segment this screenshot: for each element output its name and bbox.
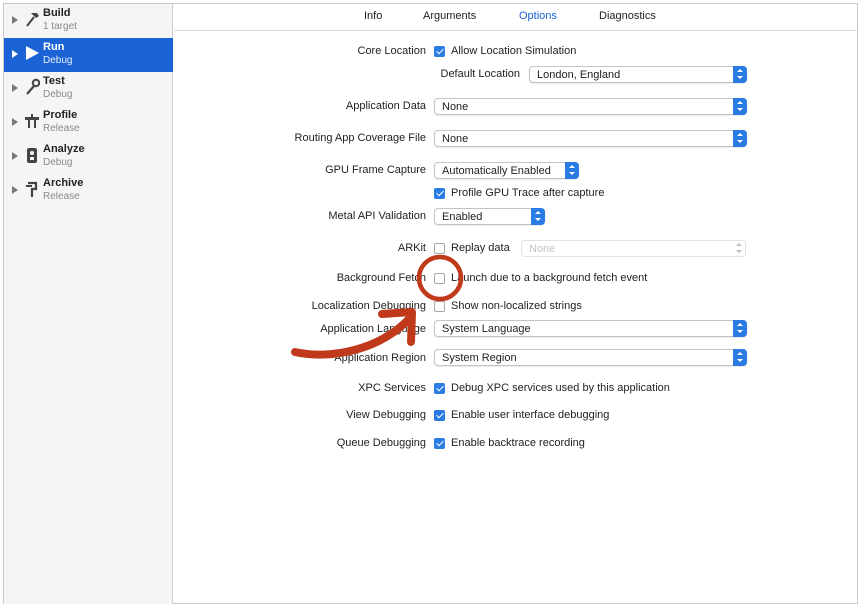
allow-location-simulation-label: Allow Location Simulation [451,45,577,57]
chevron-up-down-icon [531,208,545,225]
analyze-icon [27,148,37,163]
disclosure-triangle-icon[interactable] [12,16,18,24]
tab-diagnostics[interactable]: Diagnostics [599,10,656,22]
sidebar-item-profile[interactable]: Profile Release [4,106,173,140]
disclosure-triangle-icon[interactable] [12,50,18,58]
application-data-popup[interactable]: None [434,98,747,115]
gpu-frame-capture-popup[interactable]: Automatically Enabled [434,162,579,179]
replay-data-checkbox[interactable] [434,243,445,254]
gpu-frame-capture-label: GPU Frame Capture [325,164,426,176]
popup-value: Automatically Enabled [442,165,551,177]
core-location-label: Core Location [357,45,427,57]
enable-backtrace-checkbox[interactable] [434,438,445,449]
chevron-up-down-icon [733,66,747,83]
arkit-replay-popup: None [521,240,746,257]
background-fetch-checkbox-label: Launch due to a background fetch event [451,272,648,284]
enable-backtrace-label: Enable backtrace recording [451,437,585,449]
popup-value: System Language [442,323,531,335]
tab-arguments[interactable]: Arguments [423,10,476,22]
profile-gpu-trace-label: Profile GPU Trace after capture [451,187,605,199]
localization-debugging-label: Localization Debugging [311,300,426,312]
sidebar-item-label: Analyze [43,143,85,155]
popup-value: None [442,101,469,113]
popup-value: System Region [442,352,517,364]
popup-value: London, England [537,69,621,81]
application-language-popup[interactable]: System Language [434,320,747,337]
chevron-up-down-icon [565,162,579,179]
sidebar-item-run[interactable]: Run Debug [4,38,173,72]
enable-ui-debugging-label: Enable user interface debugging [451,409,610,421]
wrench-icon [26,78,40,95]
show-non-localized-label: Show non-localized strings [451,300,582,312]
sidebar-item-sublabel: Debug [43,157,73,168]
default-location-popup[interactable]: London, England [529,66,747,83]
chevron-up-down-icon [732,240,746,257]
tab-bar: Info Arguments Options Diagnostics [174,4,858,31]
routing-coverage-label: Routing App Coverage File [294,132,426,144]
sidebar-item-label: Test [43,75,65,87]
sidebar-item-archive[interactable]: Archive Release [4,174,173,208]
background-fetch-checkbox[interactable] [434,273,445,284]
routing-coverage-popup[interactable]: None [434,130,747,147]
chevron-up-down-icon [733,130,747,147]
disclosure-triangle-icon[interactable] [12,84,18,92]
sidebar-item-test[interactable]: Test Debug [4,72,173,106]
sidebar-item-build[interactable]: Build 1 target [4,4,173,38]
popup-value: None [529,243,556,255]
sidebar-item-sublabel: Release [43,123,80,134]
sidebar-item-sublabel: Release [43,191,80,202]
metal-api-validation-popup[interactable]: Enabled [434,208,545,225]
chevron-up-down-icon [733,98,747,115]
instruments-icon [25,114,39,128]
sidebar-item-sublabel: Debug [43,89,73,100]
arkit-label: ARKit [397,242,426,254]
popup-value: Enabled [442,211,483,223]
debug-xpc-checkbox[interactable] [434,383,445,394]
replay-data-label: Replay data [451,242,510,254]
sidebar-item-label: Archive [43,177,84,189]
archive-icon [26,181,38,197]
disclosure-triangle-icon[interactable] [12,118,18,126]
xpc-services-label: XPC Services [358,382,426,394]
tab-info[interactable]: Info [364,10,382,22]
enable-ui-debugging-checkbox[interactable] [434,410,445,421]
queue-debugging-label: Queue Debugging [336,437,426,449]
sidebar-item-label: Run [43,41,65,53]
profile-gpu-trace-checkbox[interactable] [434,188,445,199]
sidebar-item-label: Build [43,7,71,19]
application-region-label: Application Region [334,352,426,364]
chevron-up-down-icon [733,349,747,366]
application-region-popup[interactable]: System Region [434,349,747,366]
disclosure-triangle-icon[interactable] [12,152,18,160]
background-fetch-label: Background Fetch [336,272,426,284]
sidebar-item-sublabel: Debug [43,55,73,66]
application-data-label: Application Data [345,100,426,112]
view-debugging-label: View Debugging [346,409,426,421]
hammer-icon [26,13,39,27]
application-language-label: Application Language [320,323,426,335]
scheme-action-sidebar: Build 1 target Run Debug Test Debug Prof… [4,4,173,604]
disclosure-triangle-icon[interactable] [12,186,18,194]
sidebar-item-analyze[interactable]: Analyze Debug [4,140,173,174]
popup-value: None [442,133,469,145]
metal-api-validation-label: Metal API Validation [328,210,426,222]
debug-xpc-label: Debug XPC services used by this applicat… [451,382,670,394]
play-icon [26,46,39,60]
default-location-label: Default Location [440,68,521,80]
sidebar-item-sublabel: 1 target [43,21,77,32]
chevron-up-down-icon [733,320,747,337]
allow-location-simulation-checkbox[interactable] [434,46,445,57]
show-non-localized-checkbox[interactable] [434,301,445,312]
tab-options[interactable]: Options [519,10,557,22]
sidebar-item-label: Profile [43,109,78,121]
